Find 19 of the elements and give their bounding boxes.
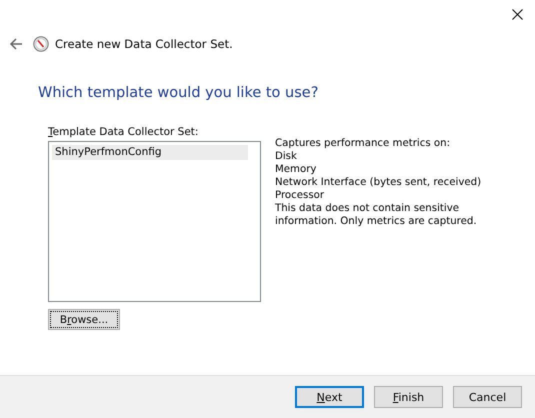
window-title: Create new Data Collector Set. (55, 37, 233, 51)
description-line: Captures performance metrics on: (275, 137, 452, 150)
page-heading: Which template would you like to use? (38, 85, 320, 101)
dialog-button[interactable]: Finish (374, 386, 443, 408)
close-icon (512, 8, 522, 20)
description-note: This data does not contain sensitive information. Only metrics are captured. (275, 202, 478, 228)
description-line: Disk (275, 150, 298, 163)
dialog-button[interactable]: Next (295, 386, 364, 408)
dialog-button[interactable]: Cancel (453, 386, 522, 408)
close-button[interactable] (509, 6, 525, 22)
back-button[interactable] (9, 37, 23, 51)
list-label: Template Data Collector Set: (48, 126, 200, 138)
browse-button[interactable]: Browse... (48, 309, 120, 330)
description-line: Memory (275, 163, 318, 176)
gauge-icon (33, 36, 49, 52)
list-item[interactable]: ShinyPerfmonConfig (52, 145, 248, 160)
description-line: Network Interface (bytes sent, received) (275, 176, 482, 189)
template-list[interactable]: ShinyPerfmonConfig (48, 141, 261, 302)
description-line: Processor (275, 189, 326, 202)
